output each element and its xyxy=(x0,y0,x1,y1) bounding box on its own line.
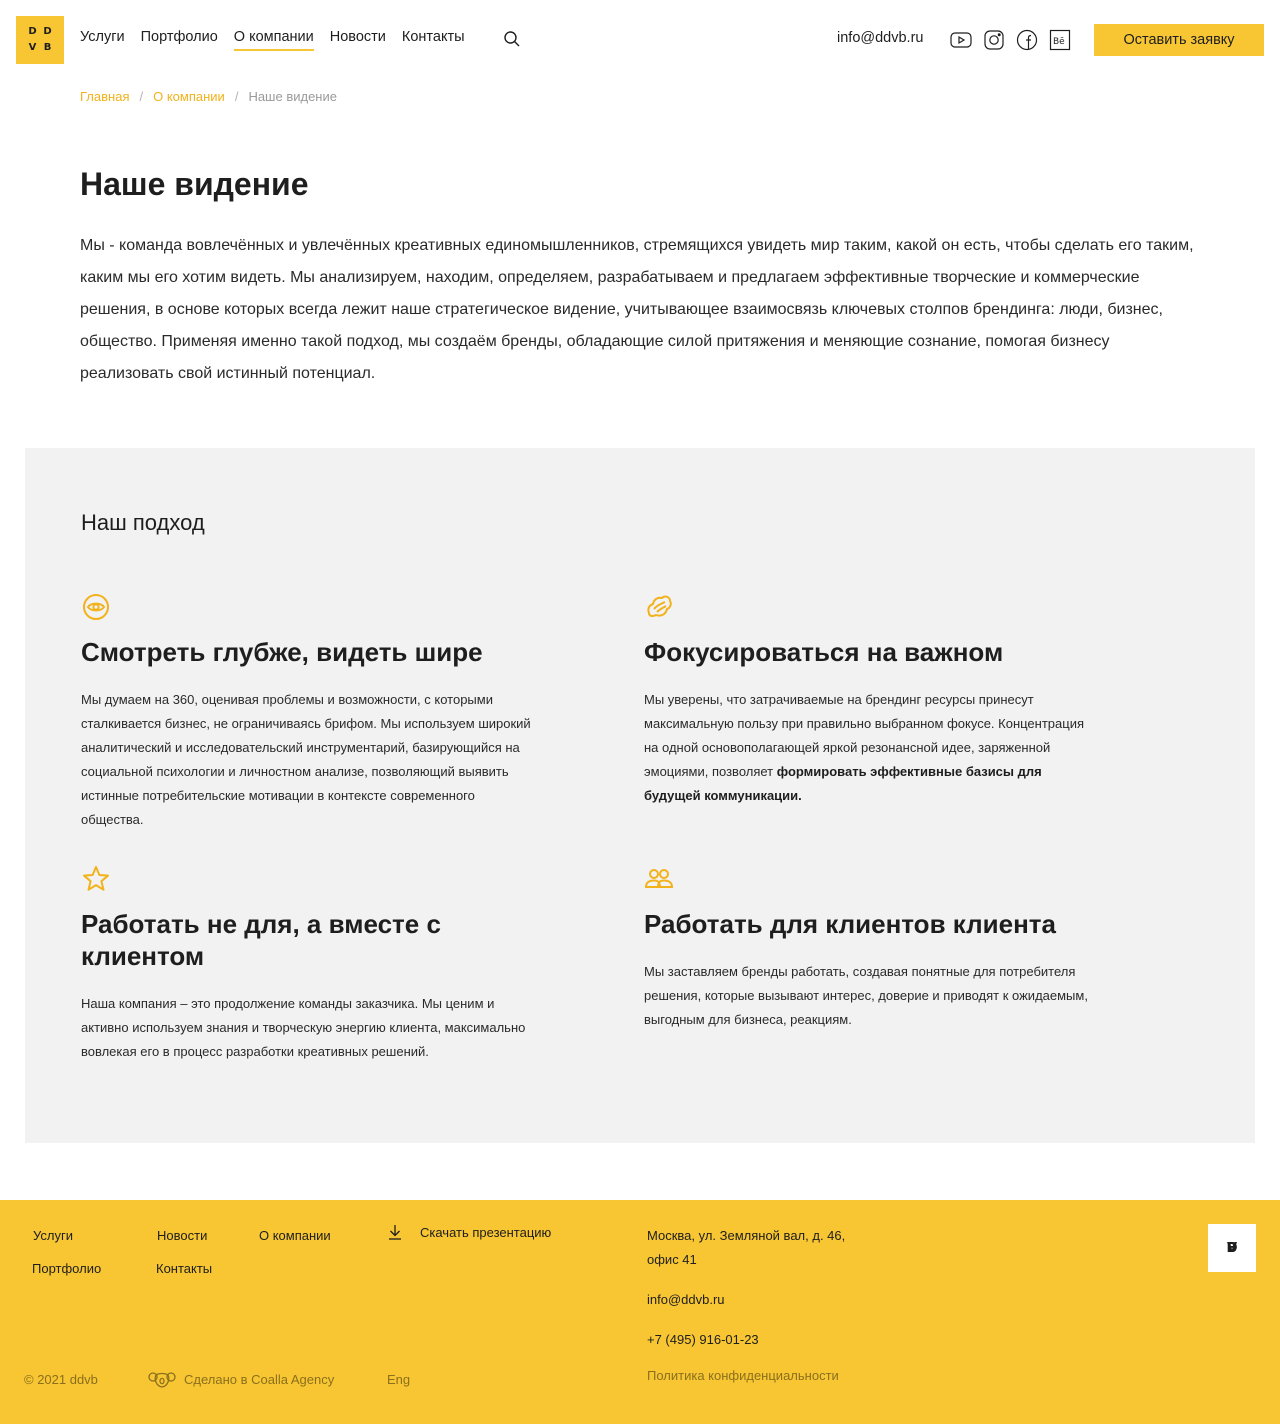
footer-link-contacts[interactable]: Контакты xyxy=(156,1261,212,1276)
nav-item-about[interactable]: О компании xyxy=(233,29,314,51)
approach-card: Фокусироваться на важном Мы уверены, что… xyxy=(644,592,1094,808)
footer-link-services[interactable]: Услуги xyxy=(33,1228,73,1243)
intro-text: Мы - команда вовлечённых и увлечённых кр… xyxy=(80,237,1194,382)
svg-text:Bē: Bē xyxy=(1053,37,1065,47)
download-presentation-link[interactable]: Скачать презентацию xyxy=(420,1225,551,1240)
logo-letter: B xyxy=(1227,1240,1237,1256)
approach-section: Наш подход Смотреть глубже, видеть шире … xyxy=(25,448,1255,1143)
request-button[interactable]: Оставить заявку xyxy=(1094,24,1264,56)
nav-item-services[interactable]: Услуги xyxy=(80,29,125,51)
approach-card: Работать не для, а вместе с клиентом Наш… xyxy=(81,864,531,1064)
logo-letter: V xyxy=(28,42,37,53)
breadcrumb-separator: / xyxy=(139,89,144,104)
language-switch[interactable]: Eng xyxy=(387,1372,410,1387)
footer-address-line1: Москва, ул. Земляной вал, д. 46, xyxy=(647,1228,846,1243)
logo[interactable]: D D V B xyxy=(16,16,64,64)
koala-icon xyxy=(148,1371,176,1389)
footer-link-news[interactable]: Новости xyxy=(157,1228,207,1243)
breadcrumb-separator: / xyxy=(234,89,239,104)
logo-letter: D xyxy=(28,26,37,37)
logo-letter: D xyxy=(43,26,52,37)
page-title: Наше видение xyxy=(80,166,309,202)
privacy-policy-link[interactable]: Политика конфиденциальности xyxy=(647,1368,839,1383)
card-text: Наша компания – это продолжение команды … xyxy=(81,996,526,1059)
facebook-icon[interactable] xyxy=(1016,29,1038,51)
made-by-link[interactable]: Сделано в Coalla Agency xyxy=(184,1372,334,1387)
approach-card: Смотреть глубже, видеть шире Мы думаем н… xyxy=(81,592,531,832)
nav-item-portfolio[interactable]: Портфолио xyxy=(141,29,218,51)
focus-icon xyxy=(644,592,674,622)
approach-card: Работать для клиентов клиента Мы заставл… xyxy=(644,864,1094,1032)
eye-icon xyxy=(81,592,111,622)
footer-phone-link[interactable]: +7 (495) 916-01-23 xyxy=(647,1332,759,1347)
card-title: Смотреть глубже, видеть шире xyxy=(81,637,483,667)
main-nav: Услуги Портфолио О компании Новости Конт… xyxy=(80,29,481,51)
card-text: Мы заставляем бренды работать, создавая … xyxy=(644,964,1088,1027)
nav-item-contacts[interactable]: Контакты xyxy=(402,29,465,51)
download-icon[interactable] xyxy=(388,1224,402,1240)
footer-link-about[interactable]: О компании xyxy=(259,1228,331,1243)
approach-title: Наш подход xyxy=(81,510,205,535)
card-title: Фокусироваться на важном xyxy=(644,637,1004,667)
youtube-icon[interactable] xyxy=(950,29,972,51)
people-icon xyxy=(644,864,674,894)
breadcrumb-current: Наше видение xyxy=(248,89,337,104)
site-footer: Услуги Портфолио Новости Контакты О комп… xyxy=(0,1200,1280,1424)
footer-logo[interactable]: D D V B xyxy=(1208,1224,1256,1272)
card-title: Работать не для, а вместе с клиентом xyxy=(81,909,441,971)
footer-address-line2: офис 41 xyxy=(647,1252,697,1267)
card-text: Мы думаем на 360, оценивая проблемы и во… xyxy=(81,692,531,827)
logo-letter: B xyxy=(43,42,52,53)
copyright: © 2021 ddvb xyxy=(24,1372,98,1387)
nav-item-news[interactable]: Новости xyxy=(330,29,386,51)
breadcrumb-about[interactable]: О компании xyxy=(153,89,225,104)
site-header: D D V B Услуги Портфолио О компании Ново… xyxy=(0,0,1280,80)
card-title: Работать для клиентов клиента xyxy=(644,909,1056,939)
footer-email-link[interactable]: info@ddvb.ru xyxy=(647,1292,725,1307)
card-text: Мы уверены, что затрачиваемые на брендин… xyxy=(644,688,1094,808)
breadcrumb-home[interactable]: Главная xyxy=(80,89,129,104)
breadcrumb: Главная / О компании / Наше видение xyxy=(80,89,337,104)
social-links: Bē xyxy=(950,29,1071,51)
header-email-link[interactable]: info@ddvb.ru xyxy=(837,30,923,46)
star-icon xyxy=(81,864,111,894)
footer-link-portfolio[interactable]: Портфолио xyxy=(32,1261,101,1276)
instagram-icon[interactable] xyxy=(983,29,1005,51)
search-icon[interactable] xyxy=(503,30,521,48)
behance-icon[interactable]: Bē xyxy=(1049,29,1071,51)
